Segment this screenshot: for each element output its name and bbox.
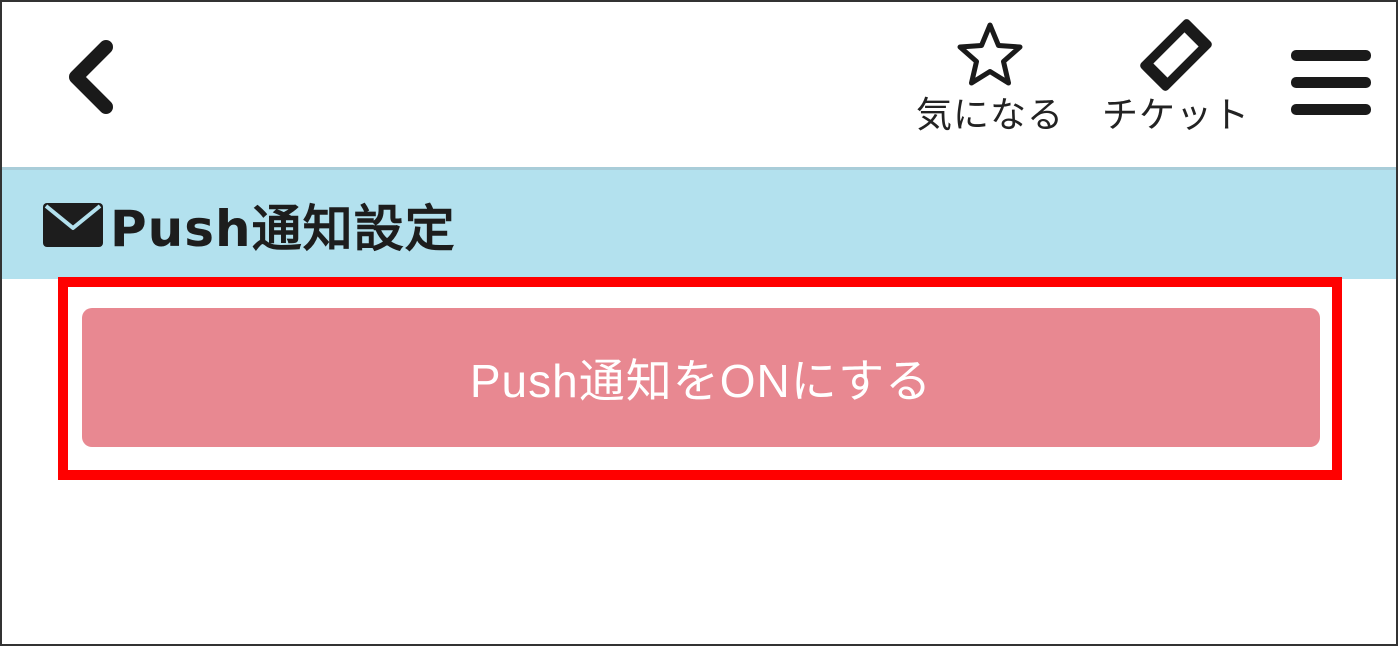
hamburger-menu-icon [1291, 50, 1371, 115]
top-navigation-bar: 気になる チケット [2, 2, 1396, 167]
back-button[interactable] [52, 32, 132, 122]
app-screen: 気になる チケット Push通知設定 Push通知をONにする [0, 0, 1398, 646]
ticket-label: チケット [1101, 95, 1250, 136]
favorite-button[interactable]: 気になる [910, 16, 1070, 138]
star-outline-icon [955, 16, 1025, 94]
section-title-text: Push通知設定 [110, 199, 456, 258]
section-title: Push通知設定 [42, 189, 456, 261]
envelope-icon [42, 202, 104, 248]
favorite-label: 気になる [915, 95, 1064, 136]
push-button-label: Push通知をONにする [469, 354, 933, 407]
ticket-icon [1134, 16, 1218, 94]
push-notification-on-button[interactable]: Push通知をONにする [82, 308, 1320, 447]
chevron-left-icon [69, 40, 113, 114]
section-header: Push通知設定 [2, 167, 1396, 279]
ticket-button[interactable]: チケット [1096, 16, 1256, 138]
menu-button[interactable] [1284, 38, 1378, 128]
